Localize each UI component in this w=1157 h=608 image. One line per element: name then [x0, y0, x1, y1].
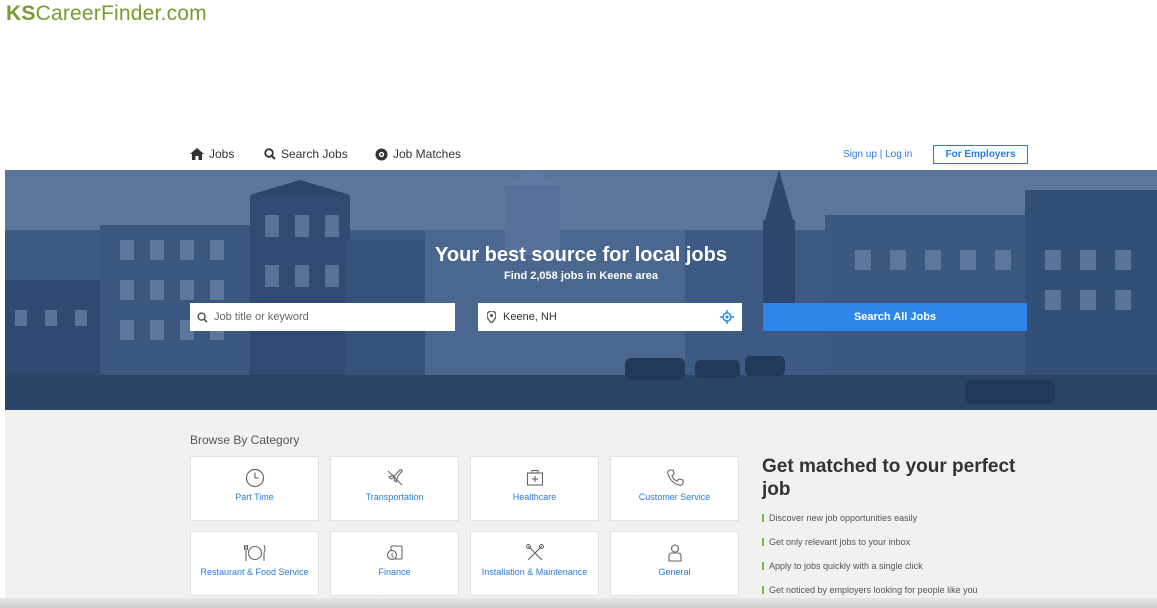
- airplane-icon: [387, 469, 403, 486]
- signup-login-links[interactable]: Sign up | Log in: [843, 149, 912, 160]
- category-label: Customer Service: [638, 492, 711, 502]
- feature-item: Get only relevant jobs to your inbox: [762, 537, 910, 547]
- feature-bullet: [762, 538, 764, 546]
- clock-icon: [245, 468, 264, 488]
- nav-search-jobs-link[interactable]: Search Jobs: [264, 147, 348, 161]
- category-label: Part Time: [235, 492, 274, 502]
- feature-text: Apply to jobs quickly with a single clic…: [769, 561, 923, 571]
- category-label: Transportation: [365, 492, 424, 502]
- feature-item: Get noticed by employers looking for peo…: [762, 585, 978, 595]
- person-icon: [667, 544, 682, 562]
- category-label: General: [658, 567, 691, 577]
- nav-jobs-link[interactable]: Jobs: [190, 147, 234, 161]
- logo-ks: KS: [6, 2, 36, 25]
- medical-kit-icon: [526, 469, 543, 486]
- top-navigation: Jobs Search Jobs Job Matches Sign up | L…: [0, 140, 1157, 170]
- category-card-healthcare[interactable]: Healthcare: [470, 456, 599, 521]
- nav-job-matches-link[interactable]: Job Matches: [375, 147, 461, 161]
- plate-utensils-icon: [243, 544, 266, 561]
- hero-title: Your best source for local jobs: [435, 244, 727, 266]
- hero-subtitle: Find 2,058 jobs in Keene area: [503, 270, 659, 282]
- category-card-installation-maintenance[interactable]: Installation & Maintenance: [470, 531, 599, 596]
- category-card-customer-service[interactable]: Customer Service: [610, 456, 739, 521]
- town-street-background-image: [5, 170, 1157, 410]
- nav-job-matches-label: Job Matches: [393, 147, 462, 161]
- location-value: Keene, NH: [503, 311, 557, 323]
- locate-me-icon[interactable]: [720, 310, 734, 324]
- feature-bullet: [762, 586, 764, 594]
- search-icon: [264, 148, 276, 160]
- map-pin-icon: [487, 311, 496, 323]
- feature-item: Apply to jobs quickly with a single clic…: [762, 561, 923, 571]
- logo-text: CareerFinder.com: [35, 2, 207, 25]
- home-icon: [190, 148, 204, 160]
- page-bottom-edge: [0, 598, 1157, 608]
- nav-jobs-label: Jobs: [209, 147, 235, 161]
- feature-text: Get noticed by employers looking for peo…: [769, 585, 978, 595]
- money-icon: $: [386, 545, 403, 561]
- hero-banner: Your best source for local jobs Find 2,0…: [5, 170, 1157, 410]
- search-icon: [197, 311, 208, 323]
- get-matched-heading: Get matched to your perfect job: [762, 456, 1016, 500]
- location-input[interactable]: Keene, NH: [478, 303, 742, 331]
- category-label: Finance: [378, 567, 411, 577]
- target-icon: [375, 148, 388, 160]
- category-card-general[interactable]: General: [610, 531, 739, 596]
- tools-icon: [525, 544, 544, 561]
- feature-bullet: [762, 514, 764, 522]
- feature-text: Get only relevant jobs to your inbox: [769, 537, 911, 547]
- site-logo[interactable]: KSCareerFinder.com: [6, 2, 207, 26]
- browse-by-category-heading: Browse By Category: [190, 433, 300, 447]
- svg-text:$: $: [390, 553, 394, 560]
- feature-item: Discover new job opportunities easily: [762, 513, 917, 523]
- search-all-jobs-button[interactable]: Search All Jobs: [763, 303, 1027, 331]
- category-label: Healthcare: [512, 492, 557, 502]
- for-employers-button[interactable]: For Employers: [933, 145, 1028, 164]
- feature-text: Discover new job opportunities easily: [769, 513, 918, 523]
- category-card-restaurant-food-service[interactable]: Restaurant & Food Service: [190, 531, 319, 596]
- nav-search-jobs-label: Search Jobs: [281, 147, 348, 161]
- phone-icon: [666, 469, 684, 486]
- feature-bullet: [762, 562, 764, 570]
- category-label: Restaurant & Food Service: [200, 567, 309, 577]
- category-card-transportation[interactable]: Transportation: [330, 456, 459, 521]
- category-card-finance[interactable]: $ Finance: [330, 531, 459, 596]
- lower-section: Browse By Category Part Time Transportat…: [5, 410, 1157, 608]
- category-label: Installation & Maintenance: [481, 567, 588, 577]
- category-card-part-time[interactable]: Part Time: [190, 456, 319, 521]
- keyword-search-input[interactable]: Job title or keyword: [190, 303, 455, 331]
- keyword-placeholder: Job title or keyword: [214, 311, 309, 323]
